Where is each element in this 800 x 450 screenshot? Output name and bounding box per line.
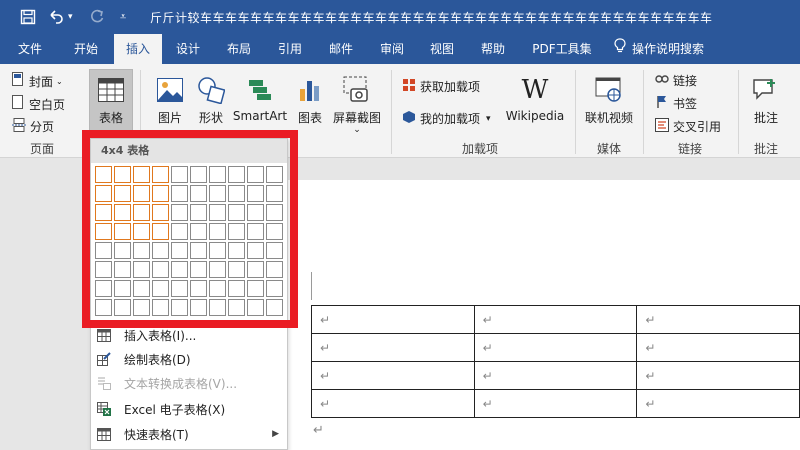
tell-me-search[interactable]: 操作说明搜索: [614, 34, 734, 64]
cross-reference-button[interactable]: 交叉引用: [655, 118, 721, 135]
table-cell[interactable]: ↵: [636, 305, 800, 334]
my-addins-button[interactable]: 我的加载项 ▾: [402, 110, 491, 127]
customize-qat-icon[interactable]: ⩡: [120, 7, 126, 27]
chevron-down-icon: ⌄: [56, 76, 63, 86]
table-cell[interactable]: ↵: [311, 389, 475, 418]
group-separator: [738, 70, 739, 154]
online-video-button[interactable]: 联机视频: [582, 69, 636, 126]
screenshot-button[interactable]: 屏幕截图 ⌄: [330, 69, 384, 135]
tab-view[interactable]: 视图: [419, 34, 465, 64]
draw-table-menu-item[interactable]: 绘制表格(D): [91, 347, 287, 371]
blank-page-icon: [12, 95, 25, 113]
tab-mailings[interactable]: 邮件: [318, 34, 364, 64]
table-cell[interactable]: ↵: [473, 305, 638, 334]
page-break-icon: [12, 118, 26, 135]
link-button[interactable]: 链接: [655, 72, 697, 89]
screenshot-icon: [343, 75, 371, 105]
pencil-table-icon: [97, 352, 111, 366]
bookmark-icon: [655, 95, 669, 112]
group-label-pages: 页面: [29, 142, 54, 156]
smartart-icon: [246, 75, 274, 105]
tab-review[interactable]: 审阅: [369, 34, 415, 64]
undo-icon[interactable]: [48, 7, 64, 27]
paragraph-mark: ↵: [313, 423, 324, 438]
title-bar: ▾ ⩡ 斤斤计较车车车车车车车车车车车车车车车车车车车车车车车车车车车车车车车车…: [0, 0, 800, 34]
table-cell[interactable]: ↵: [473, 389, 638, 418]
table-cell[interactable]: ↵: [311, 333, 475, 362]
group-label-addins: 加载项: [461, 142, 498, 156]
document-title: 斤斤计较车车车车车车车车车车车车车车车车车车车车车车车车车车车车车车车车车车车车…: [150, 11, 713, 25]
cross-reference-icon: [655, 118, 669, 135]
tab-layout[interactable]: 布局: [216, 34, 262, 64]
group-separator: [643, 70, 644, 154]
new-comment-icon: [752, 75, 780, 105]
table-cell[interactable]: ↵: [311, 361, 475, 390]
group-separator: [391, 70, 392, 154]
lightbulb-icon: [614, 35, 626, 65]
save-icon[interactable]: [20, 7, 36, 27]
wikipedia-icon: W: [521, 75, 549, 105]
blank-page-button[interactable]: 空白页: [12, 95, 65, 113]
tab-references[interactable]: 引用: [267, 34, 313, 64]
comment-button[interactable]: 批注: [746, 69, 786, 126]
table-cell[interactable]: ↵: [636, 389, 800, 418]
quick-tables-menu-item[interactable]: 快速表格(T) ▶: [91, 422, 287, 446]
table-row: ↵ ↵ ↵: [311, 333, 800, 362]
highlight-annotation-frame: [82, 130, 298, 328]
page-break-button[interactable]: 分页: [12, 118, 54, 135]
table-button[interactable]: 表格: [89, 69, 133, 126]
table-cell[interactable]: ↵: [473, 361, 638, 390]
quick-table-icon: [97, 427, 111, 441]
tab-insert[interactable]: 插入: [114, 34, 162, 64]
table-row: ↵ ↵ ↵: [311, 361, 800, 390]
tab-help[interactable]: 帮助: [470, 34, 516, 64]
link-icon: [655, 72, 669, 89]
group-label-media: 媒体: [596, 142, 621, 156]
chevron-down-icon: ⌄: [353, 125, 361, 135]
ribbon-tabs: 文件 开始 插入 设计 布局 引用 邮件 审阅 视图 帮助 PDF工具集 操作说…: [0, 34, 800, 64]
table-cell[interactable]: ↵: [636, 361, 800, 390]
excel-icon: [97, 402, 111, 416]
table-icon: [97, 328, 111, 342]
excel-spreadsheet-menu-item[interactable]: Excel 电子表格(X): [91, 397, 287, 421]
convert-text-to-table-menu-item[interactable]: 文本转换成表格(V)...: [91, 371, 287, 395]
chevron-down-icon: ▾: [486, 113, 491, 124]
picture-icon: [156, 75, 184, 105]
smartart-button[interactable]: SmartArt: [232, 69, 288, 123]
online-video-icon: [595, 75, 623, 105]
store-icon: [402, 78, 416, 95]
tab-pdf-tools[interactable]: PDF工具集: [524, 34, 600, 64]
shapes-button[interactable]: 形状: [194, 69, 228, 126]
chevron-right-icon: ▶: [272, 429, 279, 439]
redo-icon[interactable]: [89, 7, 105, 27]
group-label-comments: 批注: [753, 142, 778, 156]
tab-file[interactable]: 文件: [8, 34, 52, 64]
shapes-icon: [197, 75, 225, 105]
wikipedia-button[interactable]: W Wikipedia: [504, 69, 566, 123]
margin-mark: [311, 272, 312, 300]
table-cell[interactable]: ↵: [473, 333, 638, 362]
tell-me-label: 操作说明搜索: [632, 42, 705, 56]
get-addins-button[interactable]: 获取加载项: [402, 78, 480, 95]
table-cell[interactable]: ↵: [636, 333, 800, 362]
chart-button[interactable]: 图表: [294, 69, 326, 126]
cover-page-button[interactable]: 封面 ⌄: [12, 72, 63, 90]
document-table[interactable]: ↵ ↵ ↵ ↵ ↵ ↵ ↵ ↵ ↵ ↵ ↵ ↵: [311, 305, 800, 418]
table-row: ↵ ↵ ↵: [311, 389, 800, 418]
tab-design[interactable]: 设计: [165, 34, 211, 64]
addin-icon: [402, 110, 416, 127]
group-label-links: 链接: [677, 142, 702, 156]
tab-home[interactable]: 开始: [60, 34, 112, 64]
convert-text-icon: [97, 376, 111, 390]
picture-button[interactable]: 图片: [152, 69, 188, 126]
chart-icon: [296, 75, 324, 105]
table-icon: [97, 75, 125, 105]
group-separator: [575, 70, 576, 154]
undo-dropdown-icon[interactable]: ▾: [68, 7, 73, 27]
cover-page-icon: [12, 72, 25, 90]
bookmark-button[interactable]: 书签: [655, 95, 697, 112]
table-cell[interactable]: ↵: [311, 305, 475, 334]
table-row: ↵ ↵ ↵: [311, 305, 800, 334]
